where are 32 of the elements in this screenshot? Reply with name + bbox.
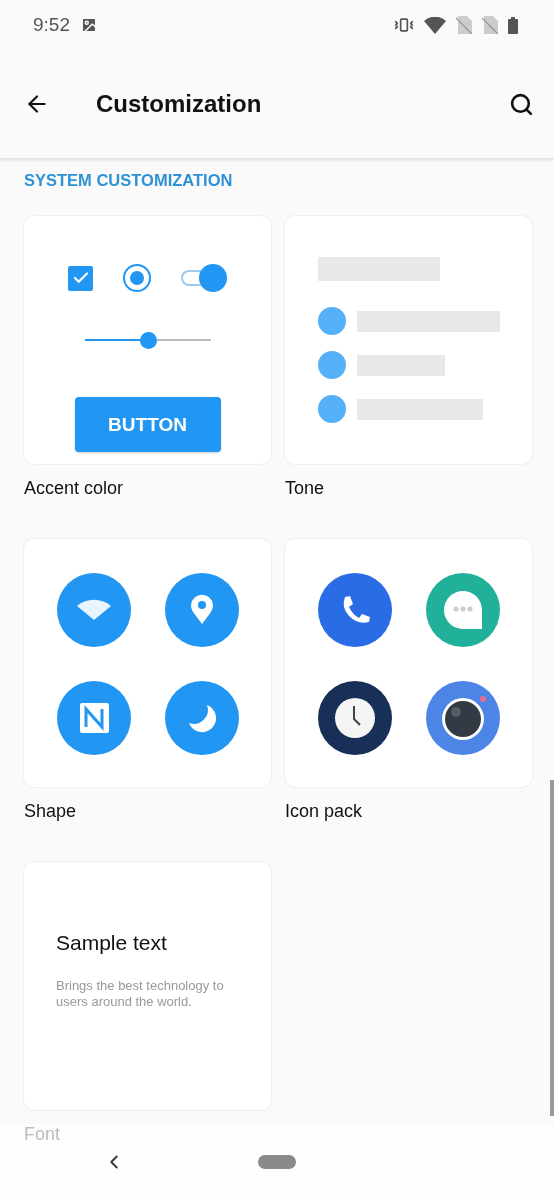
battery-icon	[508, 16, 518, 34]
clock-icon	[317, 681, 392, 755]
section-title: SYSTEM CUSTOMIZATION	[23, 170, 234, 191]
card-label: Accent color	[24, 478, 124, 500]
vibrate-icon	[394, 15, 414, 35]
card-label: Shape	[24, 801, 77, 823]
wifi-icon	[424, 16, 446, 34]
camera-icon	[425, 681, 500, 755]
search-button[interactable]	[509, 91, 534, 117]
page-title: Customization	[96, 90, 263, 118]
chat-bubble-icon	[425, 573, 500, 647]
slider-thumb	[139, 332, 157, 349]
phone-icon	[317, 573, 392, 647]
sample-description: Brings the best technology to users around the world.	[56, 978, 225, 1010]
moon-icon	[164, 681, 239, 755]
font-card[interactable]: Sample text Brings the best technology to users around the world.	[24, 862, 271, 1110]
home-pill[interactable]	[258, 1155, 296, 1169]
shape-card[interactable]	[24, 539, 271, 787]
card-label: Tone	[285, 478, 325, 500]
status-time: 9:52	[33, 14, 70, 36]
icon-pack-card[interactable]	[285, 539, 532, 787]
no-sim-icon	[482, 16, 498, 34]
card-label: Icon pack	[285, 801, 363, 823]
no-sim-icon	[456, 16, 472, 34]
sample-button: BUTTON	[74, 397, 221, 452]
location-pin-icon	[164, 573, 239, 647]
sample-text: Sample text	[56, 931, 167, 955]
wifi-icon	[56, 573, 131, 647]
search-icon	[509, 91, 534, 117]
nfc-icon	[56, 681, 131, 755]
card-label: Font	[24, 1124, 61, 1145]
image-notification-icon	[80, 16, 98, 34]
